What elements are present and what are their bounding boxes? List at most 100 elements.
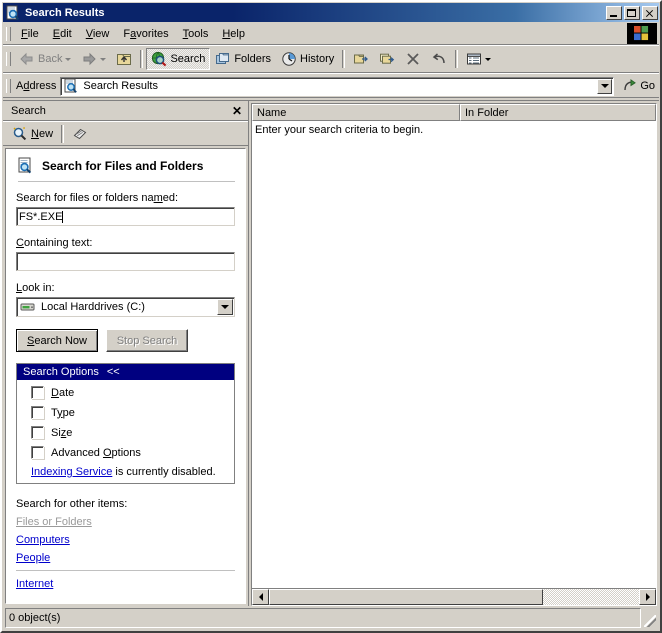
toolbar-gripper[interactable] xyxy=(6,52,11,66)
forward-dropdown-icon[interactable] xyxy=(100,57,107,61)
search-pane-close-icon[interactable]: ✕ xyxy=(230,104,244,118)
main-toolbar: Back Search Folders History xyxy=(3,45,659,72)
delete-button[interactable] xyxy=(400,48,426,70)
search-name-input[interactable]: FS*.EXE xyxy=(16,207,235,226)
search-options-box: Search Options << Date Type Size Advance… xyxy=(16,363,235,484)
back-button[interactable]: Back xyxy=(14,48,76,70)
size-checkbox[interactable] xyxy=(31,426,44,439)
option-advanced[interactable]: Advanced Options xyxy=(31,446,228,459)
menu-file[interactable]: File xyxy=(14,26,46,42)
scrollbar-track[interactable] xyxy=(543,589,639,605)
resize-grip-icon[interactable] xyxy=(641,608,657,628)
type-label: Type xyxy=(51,406,75,419)
search-options-header[interactable]: Search Options << xyxy=(17,364,234,380)
advanced-options-checkbox[interactable] xyxy=(31,446,44,459)
search-heading: Search for Files and Folders xyxy=(16,157,235,175)
link-people[interactable]: People xyxy=(16,552,235,564)
link-internet[interactable]: Internet xyxy=(16,578,235,590)
views-button[interactable] xyxy=(461,48,496,70)
up-one-level-button[interactable] xyxy=(111,48,137,70)
containing-text-input[interactable] xyxy=(16,252,235,271)
triangle-left-icon xyxy=(258,593,263,601)
menu-help[interactable]: Help xyxy=(215,26,252,42)
menu-tools[interactable]: Tools xyxy=(176,26,216,42)
indexing-service-link[interactable]: Indexing Service xyxy=(31,466,112,478)
search-pane-header: Search ✕ xyxy=(3,101,248,121)
heading-divider xyxy=(18,181,235,182)
toolbar-separator-2 xyxy=(342,50,346,68)
indexing-service-status: is currently disabled. xyxy=(112,466,216,478)
people-label[interactable]: People xyxy=(16,552,50,564)
folders-button[interactable]: Folders xyxy=(210,48,276,70)
option-type[interactable]: Type xyxy=(31,406,228,419)
search-buttons-row: Search Now Stop Search xyxy=(16,329,235,352)
link-files-or-folders: Files or Folders xyxy=(16,516,235,528)
status-object-count: 0 object(s) xyxy=(5,608,641,628)
date-checkbox[interactable] xyxy=(31,386,44,399)
address-input[interactable]: Search Results xyxy=(60,76,615,96)
close-button[interactable] xyxy=(642,5,658,20)
search-label: Search xyxy=(170,53,206,65)
back-dropdown-icon[interactable] xyxy=(65,57,72,61)
go-arrow-icon xyxy=(622,78,638,94)
search-results-window: Search Results File Edit View Favorites … xyxy=(0,0,662,633)
results-horizontal-scrollbar[interactable] xyxy=(252,588,656,605)
search-options-collapse-icon[interactable]: << xyxy=(107,366,120,378)
internet-label[interactable]: Internet xyxy=(16,578,53,590)
history-button[interactable]: History xyxy=(276,48,339,70)
menu-view[interactable]: View xyxy=(79,26,117,42)
link-computers[interactable]: Computers xyxy=(16,534,235,546)
menu-edit[interactable]: Edit xyxy=(46,26,79,42)
look-in-label: Look in: xyxy=(16,282,55,294)
go-button[interactable]: Go xyxy=(617,75,659,97)
look-in-combo[interactable]: Local Harddrives (C:) xyxy=(16,297,235,317)
new-search-label: New xyxy=(31,127,54,140)
option-size[interactable]: Size xyxy=(31,426,228,439)
look-in-value: Local Harddrives (C:) xyxy=(41,301,145,313)
scroll-left-button[interactable] xyxy=(252,589,269,605)
other-items-label: Search for other items: xyxy=(16,498,128,510)
maximize-button[interactable] xyxy=(624,5,640,20)
menu-gripper[interactable] xyxy=(6,27,11,41)
search-button[interactable]: Search xyxy=(146,48,211,70)
forward-button[interactable] xyxy=(76,48,111,70)
address-dropdown-button[interactable] xyxy=(597,78,613,94)
history-label: History xyxy=(300,53,335,65)
menu-favorites[interactable]: Favorites xyxy=(116,26,175,42)
option-date[interactable]: Date xyxy=(31,386,228,399)
windows-brand-logo xyxy=(627,23,657,44)
minimize-button[interactable] xyxy=(606,5,622,20)
address-search-results-icon xyxy=(63,78,79,94)
results-pane: Name In Folder Enter your search criteri… xyxy=(249,101,659,606)
chevron-down-icon xyxy=(221,305,229,309)
folders-icon xyxy=(215,51,231,67)
copy-to-folder-icon xyxy=(379,51,395,67)
search-pane-title: Search xyxy=(11,104,46,117)
computers-label[interactable]: Computers xyxy=(16,534,70,546)
delete-x-icon xyxy=(405,51,421,67)
scrollbar-thumb[interactable] xyxy=(269,589,543,605)
views-dropdown-icon[interactable] xyxy=(485,57,492,61)
search-assistant-button[interactable] xyxy=(67,123,93,145)
search-name-label: Search for files or folders named: xyxy=(16,192,179,204)
results-list[interactable]: Enter your search criteria to begin. xyxy=(252,121,656,588)
copy-to-button[interactable] xyxy=(374,48,400,70)
search-options-title: Search Options xyxy=(23,366,99,378)
title-bar[interactable]: Search Results xyxy=(3,3,659,22)
column-in-folder[interactable]: In Folder xyxy=(460,104,656,121)
go-label: Go xyxy=(640,80,655,92)
views-list-icon xyxy=(466,51,482,67)
scroll-right-button[interactable] xyxy=(639,589,656,605)
address-gripper[interactable] xyxy=(6,79,11,93)
new-search-button[interactable]: New xyxy=(7,123,58,145)
file-search-icon xyxy=(16,157,34,175)
type-checkbox[interactable] xyxy=(31,406,44,419)
new-search-icon xyxy=(12,126,28,142)
look-in-dropdown-button[interactable] xyxy=(217,299,233,315)
undo-button[interactable] xyxy=(426,48,452,70)
menu-bar: File Edit View Favorites Tools Help xyxy=(3,23,659,44)
move-to-button[interactable] xyxy=(348,48,374,70)
search-now-button[interactable]: Search Now xyxy=(16,329,98,352)
column-name[interactable]: Name xyxy=(252,104,460,121)
address-value: Search Results xyxy=(83,80,158,92)
